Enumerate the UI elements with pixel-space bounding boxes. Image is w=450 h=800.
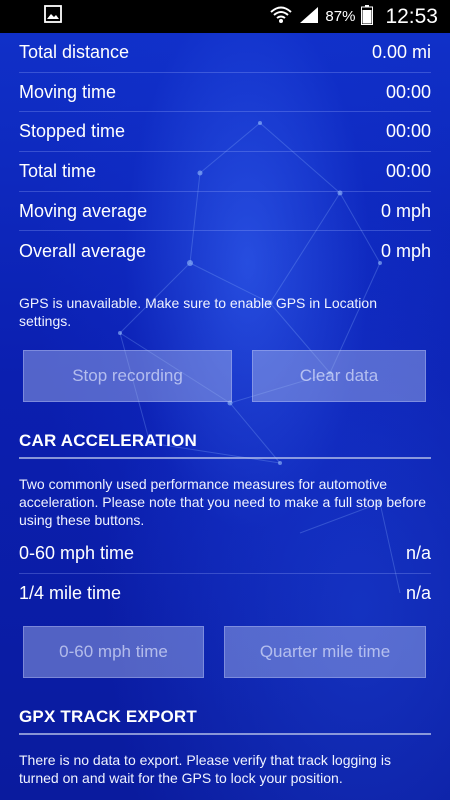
zero-sixty-button[interactable]: 0-60 mph time: [23, 626, 204, 678]
stat-value: 0 mph: [380, 200, 431, 221]
wifi-icon: [269, 5, 293, 29]
stat-label: Total distance: [19, 41, 130, 62]
result-value: n/a: [405, 542, 431, 563]
stat-row-total-distance: Total distance 0.00 mi: [19, 33, 431, 73]
stats-list: Total distance 0.00 mi Moving time 00:00…: [19, 33, 431, 271]
acceleration-results: 0-60 mph time n/a 1/4 mile time n/a: [19, 534, 431, 613]
stat-row-moving-time: Moving time 00:00: [19, 73, 431, 113]
quarter-mile-button[interactable]: Quarter mile time: [224, 626, 426, 678]
section-divider: [19, 733, 431, 735]
stat-label: Moving time: [19, 81, 117, 102]
result-row-zero-sixty: 0-60 mph time n/a: [19, 534, 431, 574]
clock: 12:53: [385, 4, 438, 28]
battery-percent: 87%: [325, 8, 356, 25]
stat-row-total-time: Total time 00:00: [19, 152, 431, 192]
result-label: 1/4 mile time: [19, 583, 122, 604]
stat-value: 00:00: [385, 81, 431, 102]
result-row-quarter-mile: 1/4 mile time n/a: [19, 574, 431, 614]
car-acceleration-heading: CAR ACCELERATION: [19, 431, 197, 450]
stat-row-stopped-time: Stopped time 00:00: [19, 112, 431, 153]
stat-value: 00:00: [385, 160, 431, 181]
signal-icon: [299, 6, 319, 28]
stat-label: Total time: [19, 160, 97, 181]
status-bar: 87% 12:53: [0, 0, 450, 33]
stat-label: Stopped time: [19, 121, 126, 142]
result-value: n/a: [405, 583, 431, 604]
app-screen[interactable]: Total distance 0.00 mi Moving time 00:00…: [0, 33, 450, 800]
result-label: 0-60 mph time: [19, 542, 135, 563]
stat-value: 0.00 mi: [371, 41, 431, 62]
car-acceleration-description: Two commonly used performance measures f…: [19, 476, 427, 528]
stop-recording-button[interactable]: Stop recording: [23, 350, 232, 402]
stat-value: 00:00: [385, 121, 431, 142]
section-divider: [19, 457, 431, 459]
gps-notice: GPS is unavailable. Make sure to enable …: [19, 295, 377, 329]
stat-value: 0 mph: [380, 240, 431, 261]
stat-row-overall-average: Overall average 0 mph: [19, 231, 431, 271]
clear-data-button[interactable]: Clear data: [252, 350, 426, 402]
stat-row-moving-average: Moving average 0 mph: [19, 192, 431, 232]
stat-label: Moving average: [19, 200, 148, 221]
gpx-export-description: There is no data to export. Please verif…: [19, 752, 391, 786]
stat-label: Overall average: [19, 240, 147, 261]
battery-icon: [361, 4, 374, 29]
image-icon: [44, 5, 62, 28]
gpx-export-heading: GPX TRACK EXPORT: [19, 707, 197, 726]
